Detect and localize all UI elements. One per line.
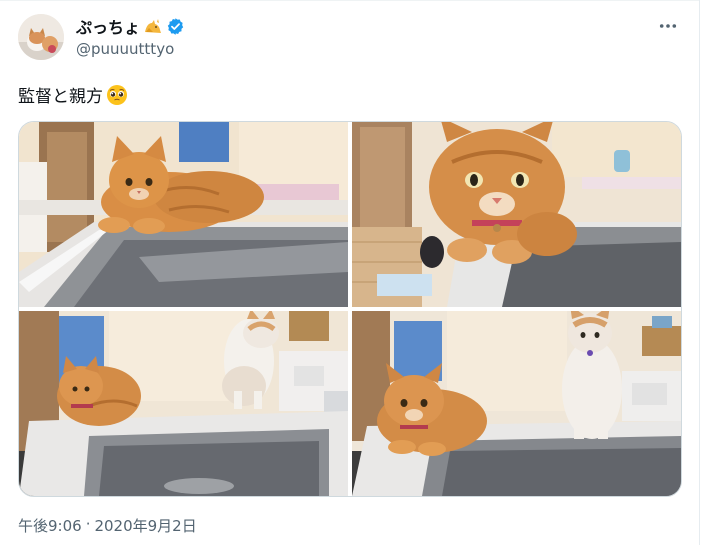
photo-4[interactable]	[352, 311, 681, 496]
tweet-body: 監督と親方	[18, 87, 103, 107]
cat-on-sink-photo	[19, 122, 348, 307]
ellipsis-icon	[659, 24, 677, 28]
author-name-link[interactable]: ぷっちょ	[76, 14, 185, 38]
column-divider	[699, 0, 700, 545]
tweet-time-link[interactable]: 午後9:06	[18, 515, 82, 536]
more-options-button[interactable]	[654, 14, 682, 38]
author-handle[interactable]: @puuuutttyo	[76, 40, 174, 58]
tweet-date-link[interactable]: 2020年9月2日	[94, 515, 196, 536]
cat-face-emoji-icon	[143, 17, 163, 35]
photo-3[interactable]	[19, 311, 348, 496]
tweet-post: ぷっちょ @puuuutttyo 監督と親方 午後9:06 · 2020年9月2…	[0, 0, 710, 545]
two-cats-photo	[19, 311, 348, 496]
top-divider	[0, 0, 700, 1]
display-name: ぷっちょ	[76, 18, 141, 37]
tweet-text: 監督と親方	[18, 82, 128, 107]
pleading-face-emoji-icon	[106, 84, 128, 106]
photo-grid	[18, 121, 682, 497]
tweet-metadata: 午後9:06 · 2020年9月2日	[18, 515, 197, 536]
photo-1[interactable]	[19, 122, 348, 307]
avatar[interactable]	[18, 14, 64, 60]
cat-closeup-photo	[352, 122, 681, 307]
photo-2[interactable]	[352, 122, 681, 307]
two-cats-sitting-photo	[352, 311, 681, 496]
meta-separator: ·	[85, 515, 91, 533]
verified-badge-icon	[166, 17, 185, 36]
